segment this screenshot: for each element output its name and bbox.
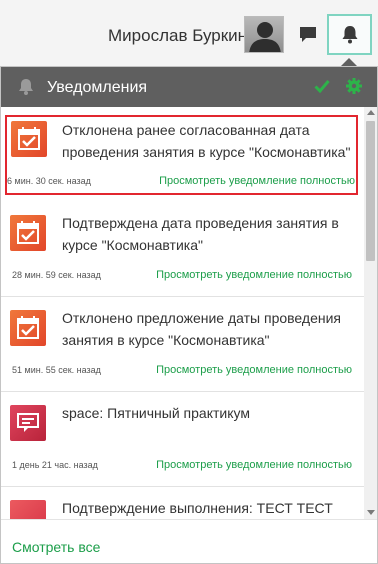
messages-button[interactable] <box>297 24 319 46</box>
notification-item[interactable]: Подтверждение выполнения: ТЕСТ ТЕСТ <box>1 487 364 519</box>
notification-list[interactable]: Отклонена ранее согласованная дата прове… <box>1 107 364 519</box>
scroll-down-arrow[interactable] <box>367 510 375 515</box>
message-board-icon <box>10 405 46 441</box>
notification-item[interactable]: Отклонено предложение даты проведения за… <box>1 297 364 392</box>
calendar-check-icon <box>10 215 46 251</box>
notification-time: 51 мин. 55 сек. назад <box>12 365 101 375</box>
message-board-icon <box>10 500 46 519</box>
scroll-thumb[interactable] <box>366 121 375 261</box>
bell-icon <box>19 79 33 95</box>
panel-title: Уведомления <box>47 79 148 96</box>
chat-bubble-icon <box>300 27 316 42</box>
notification-item[interactable]: Отклонена ранее согласованная дата прове… <box>5 115 358 195</box>
bell-icon <box>342 26 358 44</box>
avatar[interactable] <box>244 16 284 53</box>
top-bar: Мирослав Буркин <box>0 0 378 66</box>
panel-header: Уведомления <box>1 67 377 107</box>
view-notification-link[interactable]: Просмотреть уведомление полностью <box>159 174 355 188</box>
calendar-check-icon <box>11 121 47 157</box>
checkmark-icon[interactable] <box>314 79 330 93</box>
notification-title[interactable]: Подтверждена дата проведения занятия в к… <box>62 212 356 256</box>
scrollbar[interactable] <box>364 107 377 519</box>
scroll-up-arrow[interactable] <box>367 110 375 115</box>
view-notification-link[interactable]: Просмотреть уведомление полностью <box>156 458 352 472</box>
view-notification-link[interactable]: Просмотреть уведомление полностью <box>156 268 352 282</box>
notification-title[interactable]: Подтверждение выполнения: ТЕСТ ТЕСТ <box>62 497 356 519</box>
user-name[interactable]: Мирослав Буркин <box>108 26 247 46</box>
notification-title[interactable]: Отклонено предложение даты проведения за… <box>62 307 356 351</box>
user-silhouette-icon <box>249 22 281 52</box>
notification-time: 28 мин. 59 сек. назад <box>12 270 101 280</box>
notification-item[interactable]: space: Пятничный практикум 1 день 21 час… <box>1 392 364 487</box>
view-notification-link[interactable]: Просмотреть уведомление полностью <box>156 363 352 377</box>
notification-title[interactable]: Отклонена ранее согласованная дата прове… <box>62 119 356 163</box>
see-all-link[interactable]: Смотреть все <box>12 538 100 556</box>
panel-footer: Смотреть все <box>1 519 377 563</box>
notification-item[interactable]: Подтверждена дата проведения занятия в к… <box>1 202 364 297</box>
notifications-button[interactable] <box>327 14 372 55</box>
gear-icon[interactable] <box>346 78 362 94</box>
notification-title[interactable]: space: Пятничный практикум <box>62 402 356 424</box>
notifications-panel: Уведомления Отклонена ранее согласованна… <box>0 66 378 564</box>
notification-time: 1 день 21 час. назад <box>12 460 98 470</box>
notification-time: 6 мин. 30 сек. назад <box>7 176 91 186</box>
calendar-check-icon <box>10 310 46 346</box>
